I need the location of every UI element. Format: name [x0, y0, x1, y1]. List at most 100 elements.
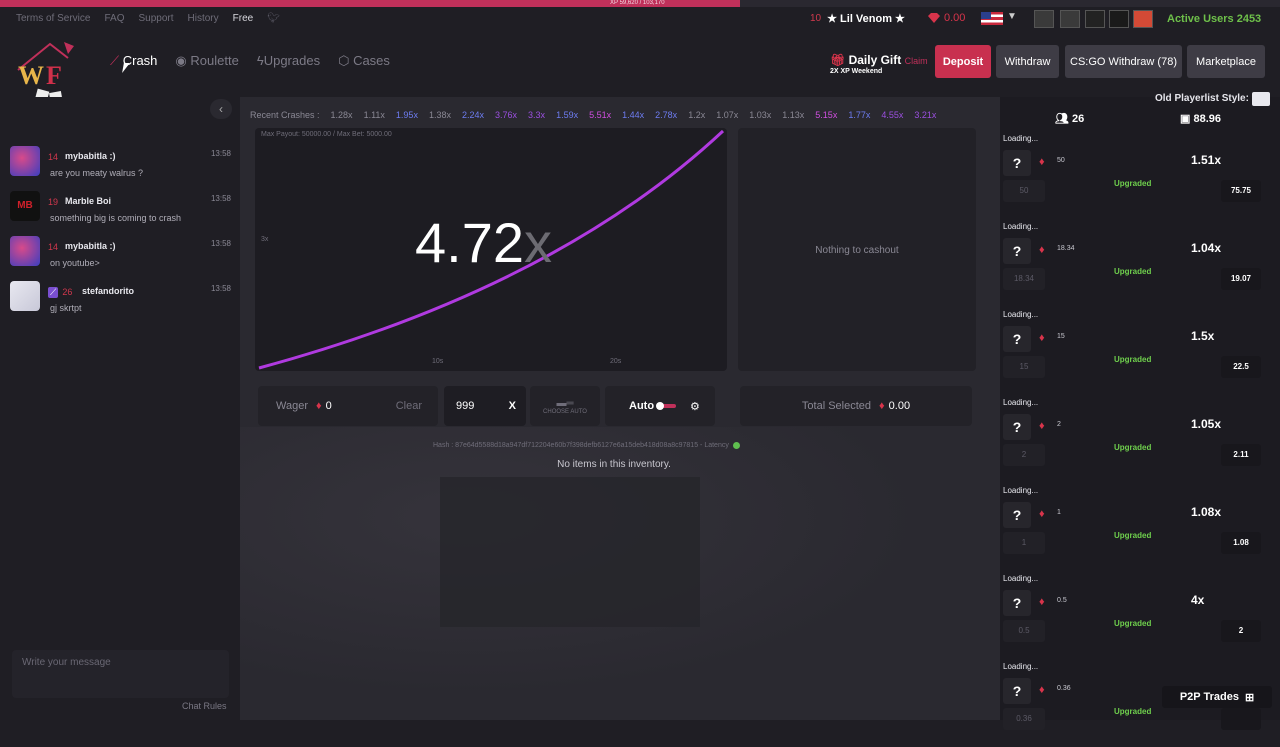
chat-time: 13:58: [210, 284, 231, 293]
player-bet-box: 1: [1003, 532, 1045, 554]
csgo-withdraw-button[interactable]: CS:GO Withdraw (78): [1065, 45, 1182, 78]
chat-input[interactable]: Write your message: [12, 650, 229, 698]
player-multiplier: 1.5x: [1191, 329, 1215, 343]
choose-auto-button[interactable]: ▬═ CHOOSE AUTO: [530, 386, 600, 426]
player-bet-box: 18.34: [1003, 268, 1045, 290]
recent-crash-value[interactable]: 5.51x: [589, 110, 611, 120]
latency-indicator: [732, 442, 740, 449]
player-bet: 18.34: [1057, 245, 1075, 252]
gear-icon[interactable]: ⚙: [690, 400, 700, 413]
chat-username[interactable]: stefandorito: [82, 286, 134, 296]
recent-crash-value[interactable]: 3.3x: [528, 110, 545, 120]
recent-crash-value[interactable]: 1.2x: [688, 110, 705, 120]
deposit-button[interactable]: Deposit: [935, 45, 991, 78]
link-free[interactable]: Free: [233, 13, 254, 24]
recent-crash-value[interactable]: 2.24x: [462, 110, 484, 120]
recent-crash-value[interactable]: 3.76x: [495, 110, 517, 120]
link-faq[interactable]: FAQ: [104, 13, 124, 24]
hash-text: Hash : 87e64d5588d18a947df712204e60b7f39…: [433, 442, 729, 449]
player-avatar[interactable]: ?: [1003, 678, 1031, 704]
users-icon: 👥︎: [1055, 113, 1069, 125]
p2p-trades-button[interactable]: P2P Trades ⊞: [1162, 686, 1272, 708]
brand-icon[interactable]: [1133, 10, 1153, 28]
chat-username[interactable]: mybabitla :): [65, 241, 116, 251]
money-icon: ▣: [1180, 113, 1191, 125]
recent-crash-value[interactable]: 1.07x: [716, 110, 738, 120]
user-profile[interactable]: 10 ★ Lil Venom ★: [810, 12, 905, 25]
item-icon: [1235, 502, 1261, 524]
link-history[interactable]: History: [188, 13, 219, 24]
pot-total: ▣ 88.96: [1180, 112, 1221, 125]
csgo-icon[interactable]: [1060, 10, 1080, 28]
link-support[interactable]: Support: [138, 13, 173, 24]
daily-gift-sub: 2X XP Weekend: [830, 68, 883, 75]
avatar[interactable]: [10, 236, 40, 266]
recent-crashes: Recent Crashes : 1.28x 1.11x 1.95x 1.38x 2.2…: [250, 110, 936, 120]
active-users: Active Users 2453: [1167, 13, 1262, 25]
avatar[interactable]: [10, 281, 40, 311]
daily-gift-claim[interactable]: Claim: [905, 56, 928, 66]
player-bet-box: 0.36: [1003, 708, 1045, 730]
chat-rules-link[interactable]: Chat Rules: [182, 701, 227, 711]
player-avatar[interactable]: ?: [1003, 502, 1031, 528]
nav-roulette[interactable]: ◉ Roulette: [175, 53, 238, 69]
logo-small-icon[interactable]: [1109, 10, 1129, 28]
old-playerlist-style-toggle[interactable]: [1252, 92, 1270, 106]
player-status: Upgraded: [1114, 531, 1152, 540]
collapse-chat-button[interactable]: ‹: [210, 99, 232, 119]
withdraw-button[interactable]: Withdraw: [996, 45, 1059, 78]
twitter-icon[interactable]: 🐦︎: [267, 13, 280, 24]
player-avatar[interactable]: ?: [1003, 414, 1031, 440]
player-row: Loading...? ♦ 1 1.08x 1 Upgraded 1.08: [1003, 486, 1275, 571]
recent-crash-value[interactable]: 2.78x: [655, 110, 677, 120]
total-selected-label: Total Selected: [801, 400, 872, 412]
player-bet: 2: [1057, 421, 1061, 428]
chat-level: 19: [48, 197, 59, 207]
player-avatar[interactable]: ?: [1003, 326, 1031, 352]
avatar[interactable]: MB: [10, 191, 40, 221]
player-avatar[interactable]: ?: [1003, 150, 1031, 176]
player-bet-box: 2: [1003, 444, 1045, 466]
item-icon: [1235, 150, 1261, 172]
recent-crash-value[interactable]: 1.77x: [848, 110, 870, 120]
player-row: Loading...? ♦ 2 1.05x 2 Upgraded 2.11: [1003, 398, 1275, 483]
recent-crash-value[interactable]: 1.13x: [782, 110, 804, 120]
nav-crash[interactable]: ⟋ Crash: [110, 53, 157, 69]
chevron-down-icon[interactable]: ▼: [1007, 11, 1017, 22]
chat-level-wrap: ⟋ 26: [48, 287, 72, 298]
recent-crashes-label: Recent Crashes :: [250, 110, 320, 120]
recent-crash-value[interactable]: 3.21x: [914, 110, 936, 120]
chat-username[interactable]: mybabitla :): [65, 151, 116, 161]
steam-icon[interactable]: [1034, 10, 1054, 28]
recent-crash-value[interactable]: 1.28x: [331, 110, 353, 120]
avatar[interactable]: [10, 146, 40, 176]
us-flag-icon[interactable]: [981, 12, 1003, 25]
link-terms[interactable]: Terms of Service: [16, 13, 90, 24]
recent-crash-value[interactable]: 1.59x: [556, 110, 578, 120]
recent-crash-value[interactable]: 1.11x: [364, 110, 385, 120]
recent-crash-value[interactable]: 1.95x: [396, 110, 418, 120]
recent-crash-value[interactable]: 1.38x: [429, 110, 451, 120]
wager-input[interactable]: 0: [326, 400, 332, 412]
chat-text: are you meaty walrus ?: [50, 168, 144, 178]
nav-upgrades[interactable]: ϟUpgrades: [257, 53, 320, 69]
auto-toggle[interactable]: [656, 402, 677, 410]
player-status: Upgraded: [1114, 267, 1152, 276]
player-name: Loading...: [1003, 574, 1039, 583]
player-avatar[interactable]: ?: [1003, 590, 1031, 616]
xp-bar: XP 59,620 / 103,170: [0, 0, 1280, 7]
nav-cases[interactable]: ⬡ Cases: [338, 53, 390, 69]
chat-username[interactable]: Marble Boi: [65, 196, 111, 206]
recent-crash-value[interactable]: 4.55x: [881, 110, 903, 120]
recent-crash-value[interactable]: 1.44x: [622, 110, 644, 120]
settings-icon[interactable]: [1085, 10, 1105, 28]
clear-button[interactable]: Clear: [396, 400, 422, 412]
nothing-to-cashout: Nothing to cashout: [815, 245, 899, 256]
player-multiplier: 4x: [1191, 593, 1205, 607]
player-avatar[interactable]: ?: [1003, 238, 1031, 264]
auto-cashout-input[interactable]: 999: [456, 400, 474, 412]
recent-crash-value[interactable]: 1.03x: [749, 110, 771, 120]
daily-gift[interactable]: 🎁︎ Daily Gift Claim 2X XP Weekend: [830, 53, 928, 75]
recent-crash-value[interactable]: 5.15x: [815, 110, 837, 120]
marketplace-button[interactable]: Marketplace: [1187, 45, 1265, 78]
